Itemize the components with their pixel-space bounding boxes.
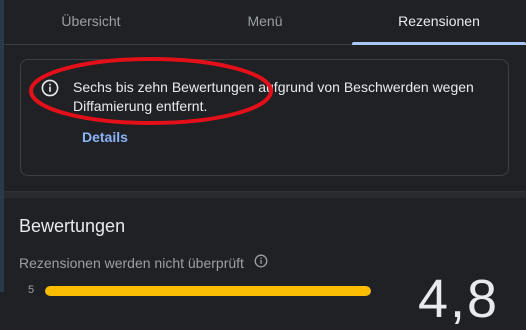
reviews-unverified-note: Rezensionen werden nicht überprüft: [19, 255, 244, 271]
details-link[interactable]: Details: [82, 129, 128, 145]
active-tab-indicator: [352, 42, 526, 45]
ratings-heading: Bewertungen: [19, 216, 126, 236]
tab-overview[interactable]: Übersicht: [4, 0, 178, 44]
removed-reviews-notice: Sechs bis zehn Bewertungen aufgrund von …: [20, 59, 509, 176]
tab-bar: Übersicht Menü Rezensionen: [4, 0, 526, 45]
tab-menu[interactable]: Menü: [178, 0, 352, 44]
place-panel: Übersicht Menü Rezensionen Sechs bis zeh…: [4, 0, 526, 329]
section-divider: [4, 191, 526, 198]
star-distribution-bar: [45, 286, 371, 296]
star-row-label: 5: [28, 284, 35, 296]
star-distribution-fill: [45, 286, 371, 296]
average-rating: 4,8: [418, 269, 500, 329]
notice-text: Sechs bis zehn Bewertungen aufgrund von …: [73, 79, 474, 114]
info-icon[interactable]: [254, 254, 268, 268]
tab-reviews[interactable]: Rezensionen: [352, 0, 526, 44]
info-icon: [41, 79, 59, 97]
